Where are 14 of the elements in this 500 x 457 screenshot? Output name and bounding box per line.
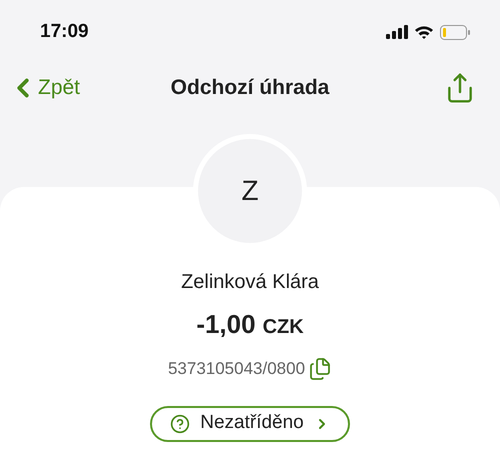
- amount: -1,00: [196, 308, 256, 341]
- wifi-icon: [414, 25, 434, 39]
- category-button[interactable]: Nezatříděno: [150, 406, 350, 442]
- signal-icon: [386, 25, 408, 39]
- battery-icon: [440, 24, 470, 40]
- currency: CZK: [262, 315, 304, 340]
- status-time: 17:09: [40, 20, 89, 44]
- account-number: 5373105043/0800: [168, 358, 306, 380]
- payee-name: Zelinková Klára: [181, 270, 319, 295]
- avatar: Z: [198, 139, 302, 243]
- copy-button[interactable]: [308, 356, 332, 381]
- back-button[interactable]: Zpět: [8, 72, 80, 104]
- screen-title: Odchozí úhrada: [170, 75, 330, 102]
- help-icon: [170, 414, 190, 434]
